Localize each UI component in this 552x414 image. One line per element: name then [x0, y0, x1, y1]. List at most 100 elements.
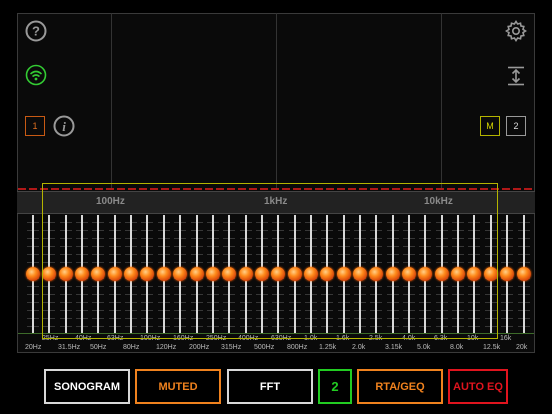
- eq-band-slider[interactable]: [75, 215, 89, 333]
- band-label: 1.0k: [304, 335, 318, 342]
- eq-band-slider[interactable]: [402, 215, 416, 333]
- eq-band-slider[interactable]: [517, 215, 531, 333]
- slider-knob[interactable]: [353, 267, 367, 281]
- slider-knob[interactable]: [222, 267, 236, 281]
- eq-band-slider[interactable]: [320, 215, 334, 333]
- eq-band-slider[interactable]: [418, 215, 432, 333]
- eq-band-slider[interactable]: [484, 215, 498, 333]
- slider-knob[interactable]: [337, 267, 351, 281]
- eq-band-slider[interactable]: [386, 215, 400, 333]
- eq-band-slider[interactable]: [435, 215, 449, 333]
- band-label: 20Hz: [25, 344, 42, 351]
- info-icon[interactable]: i: [53, 115, 75, 137]
- eq-band-slider[interactable]: [255, 215, 269, 333]
- slider-knob[interactable]: [42, 267, 56, 281]
- grid-line: [276, 13, 277, 190]
- eq-band-slider[interactable]: [108, 215, 122, 333]
- slider-knob[interactable]: [75, 267, 89, 281]
- slider-knob[interactable]: [288, 267, 302, 281]
- svg-text:?: ?: [32, 24, 40, 39]
- eq-band-slider[interactable]: [467, 215, 481, 333]
- band-label: 50Hz: [90, 344, 107, 351]
- eq-band-slider[interactable]: [59, 215, 73, 333]
- band-label: 1.6k: [336, 335, 350, 342]
- eq-band-slider[interactable]: [500, 215, 514, 333]
- slider-knob[interactable]: [59, 267, 73, 281]
- eq-band-slider[interactable]: [353, 215, 367, 333]
- slider-knob[interactable]: [435, 267, 449, 281]
- eq-band-slider[interactable]: [190, 215, 204, 333]
- slider-knob[interactable]: [157, 267, 171, 281]
- slider-knob[interactable]: [91, 267, 105, 281]
- slider-knob[interactable]: [173, 267, 187, 281]
- band-label: 500Hz: [254, 344, 275, 351]
- band-label: 400Hz: [238, 335, 259, 342]
- auto-eq-button[interactable]: AUTO EQ: [448, 369, 508, 404]
- muted-button[interactable]: MUTED: [135, 369, 221, 404]
- freq-axis-label: 1kHz: [264, 196, 288, 207]
- slider-knob[interactable]: [418, 267, 432, 281]
- wifi-icon[interactable]: [25, 64, 47, 86]
- eq-band-slider[interactable]: [239, 215, 253, 333]
- band-label: 200Hz: [189, 344, 210, 351]
- eq-band-slider[interactable]: [173, 215, 187, 333]
- slider-knob[interactable]: [320, 267, 334, 281]
- slider-knob[interactable]: [500, 267, 514, 281]
- slider-knob[interactable]: [140, 267, 154, 281]
- eq-baseline: [18, 333, 534, 334]
- band-label: 3.15k: [385, 344, 403, 351]
- slider-knob[interactable]: [124, 267, 138, 281]
- rta-geq-button[interactable]: RTA/GEQ: [357, 369, 443, 404]
- eq-band-slider[interactable]: [42, 215, 56, 333]
- band-label: 315Hz: [221, 344, 242, 351]
- eq-band-slider[interactable]: [337, 215, 351, 333]
- slider-knob[interactable]: [239, 267, 253, 281]
- count-button[interactable]: 2: [318, 369, 352, 404]
- eq-band-slider[interactable]: [369, 215, 383, 333]
- grid-line: [441, 13, 442, 190]
- band-label: 2.0k: [352, 344, 366, 351]
- band-label: 8.0k: [450, 344, 464, 351]
- slider-knob[interactable]: [26, 267, 40, 281]
- slider-knob[interactable]: [386, 267, 400, 281]
- band-label: 630Hz: [271, 335, 292, 342]
- slider-knob[interactable]: [108, 267, 122, 281]
- vertical-expand-icon[interactable]: [505, 65, 527, 87]
- eq-band-slider[interactable]: [157, 215, 171, 333]
- gear-icon[interactable]: [505, 20, 527, 42]
- eq-band-slider[interactable]: [271, 215, 285, 333]
- slider-knob[interactable]: [467, 267, 481, 281]
- band-label: 1.25k: [319, 344, 337, 351]
- eq-band-slider[interactable]: [26, 215, 40, 333]
- eq-band-slider[interactable]: [140, 215, 154, 333]
- eq-band-slider[interactable]: [124, 215, 138, 333]
- band-label: 40Hz: [75, 335, 92, 342]
- app-root: ? 1 i M 2 100Hz 1kHz 10kHz 25Hz 40Hz 63H…: [0, 0, 552, 414]
- slider-knob[interactable]: [255, 267, 269, 281]
- eq-band-slider[interactable]: [304, 215, 318, 333]
- eq-band-slider[interactable]: [222, 215, 236, 333]
- sonogram-button[interactable]: SONOGRAM: [44, 369, 130, 404]
- eq-band-slider[interactable]: [451, 215, 465, 333]
- fft-button[interactable]: FFT: [227, 369, 313, 404]
- slider-knob[interactable]: [451, 267, 465, 281]
- eq-band-slider[interactable]: [206, 215, 220, 333]
- slider-knob[interactable]: [484, 267, 498, 281]
- slider-knob[interactable]: [369, 267, 383, 281]
- slider-knob[interactable]: [304, 267, 318, 281]
- freq-axis-label: 10kHz: [424, 196, 453, 207]
- m-button[interactable]: M: [480, 116, 500, 136]
- band-label: 120Hz: [156, 344, 177, 351]
- slider-knob[interactable]: [271, 267, 285, 281]
- channel-1-button[interactable]: 1: [25, 116, 45, 136]
- channel-2-button[interactable]: 2: [506, 116, 526, 136]
- band-label: 800Hz: [287, 344, 308, 351]
- slider-knob[interactable]: [402, 267, 416, 281]
- slider-knob[interactable]: [190, 267, 204, 281]
- slider-knob[interactable]: [206, 267, 220, 281]
- eq-band-slider[interactable]: [288, 215, 302, 333]
- eq-band-slider[interactable]: [91, 215, 105, 333]
- slider-knob[interactable]: [517, 267, 531, 281]
- grid-line: [111, 13, 112, 190]
- help-circle-icon[interactable]: ?: [25, 20, 47, 42]
